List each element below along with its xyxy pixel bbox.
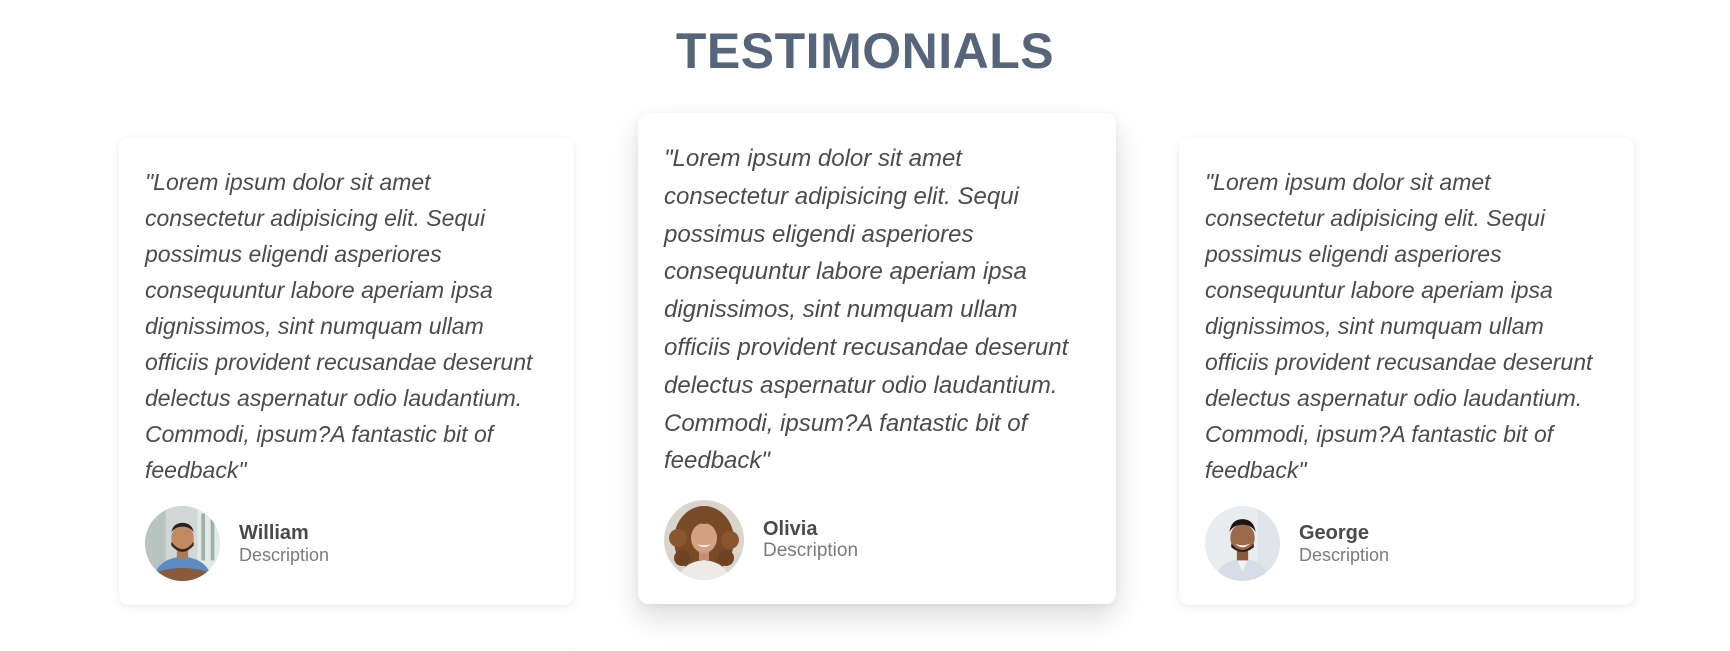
testimonial-card-george: "Lorem ipsum dolor sit amet consectetur … (1179, 138, 1634, 605)
section-title: TESTIMONIALS (675, 23, 1055, 79)
testimonial-quote: "Lorem ipsum dolor sit amet consectetur … (145, 169, 533, 483)
author-name: Olivia (763, 518, 818, 540)
testimonial-author: George Description (1205, 506, 1389, 581)
author-description: Description (763, 540, 859, 561)
man-with-beard-avatar (145, 506, 220, 581)
testimonial-quote: "Lorem ipsum dolor sit amet consectetur … (664, 145, 1069, 475)
testimonial-quote: "Lorem ipsum dolor sit amet consectetur … (1205, 169, 1593, 483)
smiling-man-avatar (1205, 506, 1280, 581)
woman-curly-hair-avatar (664, 500, 744, 580)
testimonial-author: William Description (145, 506, 329, 581)
author-name: William (239, 521, 309, 544)
author-description: Description (1299, 544, 1390, 565)
testimonial-card-william: "Lorem ipsum dolor sit amet consectetur … (119, 138, 574, 605)
author-name: George (1299, 521, 1370, 544)
testimonial-card-olivia: "Lorem ipsum dolor sit amet consectetur … (638, 113, 1116, 604)
testimonials-section: TESTIMONIALS "Lorem ipsum dolor sit amet… (0, 0, 1730, 651)
testimonial-author: Olivia Description (664, 500, 858, 580)
author-description: Description (239, 544, 330, 565)
